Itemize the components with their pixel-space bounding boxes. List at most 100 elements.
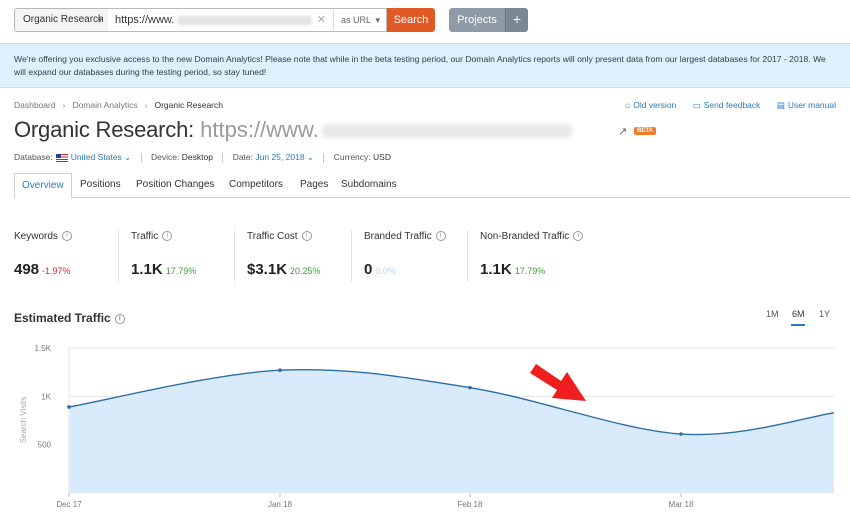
chevron-down-icon: ⌄ xyxy=(124,152,132,162)
top-links: ⌂ Old version ▭ Send feedback ▤ User manual xyxy=(611,100,836,111)
kpi-traffic[interactable]: Traffic i 1.1K 17.79% xyxy=(131,231,196,281)
send-feedback-label: Send feedback xyxy=(703,100,761,110)
old-version-label: Old version xyxy=(633,100,677,110)
kpi-label: Non-Branded Traffic xyxy=(480,231,570,242)
x-tick-label: Dec 17 xyxy=(56,500,82,509)
kpi-divider xyxy=(118,230,119,282)
report-select-label: Organic Research xyxy=(23,14,104,25)
search-button[interactable]: Search xyxy=(387,8,435,32)
report-select[interactable]: Organic Research ▾ xyxy=(14,8,109,32)
info-icon[interactable]: i xyxy=(573,231,584,242)
y-tick-label: 500 xyxy=(38,441,52,450)
kpi-label: Keywords xyxy=(14,231,58,242)
external-link-icon[interactable]: ↗ xyxy=(618,125,627,138)
y-tick-label: 1.5K xyxy=(35,344,52,353)
tab-pages[interactable]: Pages xyxy=(300,173,328,198)
annotation-arrow xyxy=(530,364,586,401)
tab-positions[interactable]: Positions xyxy=(80,173,121,198)
range-1y[interactable]: 1Y xyxy=(819,309,830,319)
chat-icon: ▭ xyxy=(692,100,701,110)
kpi-value: 498 xyxy=(14,261,40,278)
range-1m[interactable]: 1M xyxy=(766,309,779,319)
top-search-bar: Organic Research ▾ https://www. ✕ as URL… xyxy=(0,0,850,42)
blurred-url-mask xyxy=(177,15,313,25)
y-tick-label: 1K xyxy=(41,392,51,401)
breadcrumb-chevron-icon: › xyxy=(62,100,66,110)
kpi-value: 0 xyxy=(364,261,373,278)
kpi-delta: 20.25% xyxy=(290,266,321,276)
blurred-title-mask xyxy=(321,124,572,139)
send-feedback-link[interactable]: ▭ Send feedback xyxy=(693,100,761,110)
breadcrumb-chevron-icon: › xyxy=(144,100,148,110)
info-icon[interactable]: i xyxy=(162,231,173,242)
device-label: Device: xyxy=(151,152,180,162)
currency-label: Currency: xyxy=(333,152,371,162)
divider xyxy=(323,152,325,163)
date-label: Date: xyxy=(232,152,254,162)
page-title: Organic Research: https://www. xyxy=(14,117,572,143)
add-project-button[interactable]: + xyxy=(505,8,528,32)
kpi-label: Branded Traffic xyxy=(364,231,432,242)
report-meta: Database: United States ⌄ Device: Desktop… xyxy=(14,152,391,163)
info-icon[interactable]: i xyxy=(61,231,72,242)
kpi-branded-traffic[interactable]: Branded Traffic i 0 0.0% xyxy=(364,231,446,281)
breadcrumb-domain-analytics[interactable]: Domain Analytics xyxy=(72,100,137,110)
database-label: Database: xyxy=(14,152,53,162)
range-switcher: 1M 6M 1Y xyxy=(766,309,836,327)
url-input[interactable]: https://www. ✕ xyxy=(108,8,334,32)
info-icon[interactable]: i xyxy=(114,313,125,324)
projects-button[interactable]: Projects xyxy=(449,8,505,32)
kpi-divider xyxy=(234,230,235,282)
y-axis-title: Search Visits xyxy=(19,397,28,444)
x-tick-label: Mar 18 xyxy=(669,500,694,509)
database-select[interactable]: United States ⌄ xyxy=(71,152,132,162)
kpi-delta: 17.79% xyxy=(165,266,197,276)
kpi-value: $3.1K xyxy=(247,261,288,278)
kpi-non-branded-traffic[interactable]: Non-Branded Traffic i 1.1K 17.79% xyxy=(480,231,584,281)
device-value: Desktop xyxy=(181,152,213,162)
tab-position-changes[interactable]: Position Changes xyxy=(136,173,214,198)
x-tick-label: Jan 18 xyxy=(268,500,293,509)
divider xyxy=(222,152,224,163)
kpi-label: Traffic xyxy=(131,231,159,242)
breadcrumb-dashboard[interactable]: Dashboard xyxy=(14,100,56,110)
report-tabs: Overview Positions Position Changes Comp… xyxy=(14,173,850,199)
mode-select-label: as URL xyxy=(341,15,372,25)
kpi-label: Traffic Cost xyxy=(247,231,298,242)
tab-overview[interactable]: Overview xyxy=(14,173,72,199)
data-point xyxy=(679,432,683,436)
tab-competitors[interactable]: Competitors xyxy=(229,173,283,198)
kpi-divider xyxy=(351,230,352,282)
clear-icon[interactable]: ✕ xyxy=(317,9,326,31)
page-title-prefix: Organic Research: xyxy=(14,117,195,142)
info-icon[interactable]: i xyxy=(435,231,446,242)
kpi-value: 1.1K xyxy=(131,261,163,278)
kpi-traffic-cost[interactable]: Traffic Cost i $3.1K 20.25% xyxy=(247,231,321,281)
data-point xyxy=(278,368,282,373)
date-value: Jun 25, 2018 xyxy=(255,152,305,162)
date-select[interactable]: Jun 25, 2018 ⌄ xyxy=(255,152,314,162)
data-point xyxy=(67,405,71,409)
breadcrumb: Dashboard › Domain Analytics › Organic Resea… xyxy=(14,100,223,110)
range-6m[interactable]: 6M xyxy=(792,309,805,319)
beta-badge: BETA xyxy=(634,127,656,135)
chevron-down-icon: ▾ xyxy=(375,15,380,25)
currency-value: USD xyxy=(373,152,391,162)
traffic-area xyxy=(69,369,834,493)
kpi-delta: -1.97% xyxy=(42,266,71,276)
database-value: United States xyxy=(70,152,122,162)
old-version-link[interactable]: ⌂ Old version xyxy=(625,100,676,110)
chevron-down-icon: ⌄ xyxy=(306,152,315,162)
active-range-indicator xyxy=(791,324,805,326)
mode-select[interactable]: as URL ▾ xyxy=(333,8,387,32)
kpi-keywords[interactable]: Keywords i 498 -1.97% xyxy=(14,231,72,281)
x-tick-label: Feb 18 xyxy=(458,500,483,509)
info-icon[interactable]: i xyxy=(301,231,312,242)
page-title-url: https://www. xyxy=(200,117,319,142)
user-manual-link[interactable]: ▤ User manual xyxy=(777,100,836,110)
chart-title-text: Estimated Traffic xyxy=(14,311,111,325)
user-manual-label: User manual xyxy=(787,100,836,110)
kpi-delta: 17.79% xyxy=(514,266,546,276)
home-icon: ⌂ xyxy=(625,100,631,110)
tab-subdomains[interactable]: Subdomains xyxy=(341,173,397,198)
